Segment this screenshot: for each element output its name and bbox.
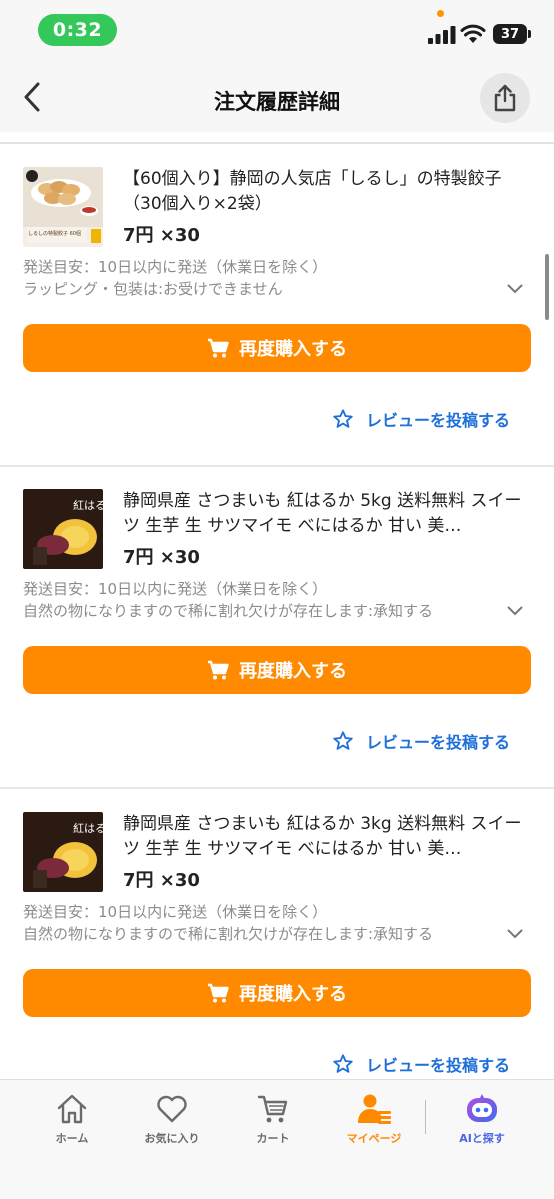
battery-nub [528, 30, 531, 38]
product-price: 7円 ×30 [123, 547, 200, 568]
product-thumbnail-sweet-potato[interactable]: 紅はるか 5kg [23, 489, 103, 569]
battery-icon: 37 [493, 24, 527, 44]
tab-label: AIと探す [459, 1132, 505, 1145]
option-note: 自然の物になりますので稀に割れ欠けが存在します:承知する [23, 925, 434, 943]
shipping-estimate: 発送目安：10日以内に発送（休業日を除く） [23, 903, 328, 921]
page-title: 注文履歴詳細 [214, 90, 340, 114]
wifi-icon [460, 24, 486, 43]
chevron-down-icon [507, 929, 523, 939]
write-review-link[interactable]: レビューを投稿する [332, 1052, 510, 1076]
rebuy-label: 再度購入する [239, 984, 347, 1005]
review-label: レビューを投稿する [366, 411, 511, 430]
sweet-potato-image: 紅はるか 5kg [23, 489, 103, 569]
cart-icon [208, 983, 229, 1003]
rebuy-button[interactable]: 再度購入する [23, 969, 531, 1017]
cellular-signal-icon [428, 26, 456, 44]
cart-icon [208, 660, 229, 680]
cart-icon [208, 338, 229, 358]
rebuy-button[interactable]: 再度購入する [23, 646, 531, 694]
tab-label: ホーム [55, 1132, 89, 1145]
tab-favorites[interactable]: お気に入り [127, 1092, 217, 1146]
star-icon [333, 1054, 353, 1073]
star-icon [333, 409, 353, 428]
shipping-estimate: 発送目安：10日以内に発送（休業日を除く） [23, 258, 328, 276]
chevron-down-icon [507, 606, 523, 616]
rebuy-label: 再度購入する [239, 339, 347, 360]
sweet-potato-image: 紅はるか 3kg [23, 812, 103, 892]
gyoza-image: しるしの特製餃子 60個 [23, 167, 103, 247]
thumb-caption: 紅はるか 5kg [73, 499, 103, 512]
expand-details-button[interactable] [505, 601, 525, 621]
rebuy-button[interactable]: 再度購入する [23, 324, 531, 372]
bottom-tab-bar: ホーム お気に入り カート マイページ AIと探す [0, 1079, 554, 1199]
thumb-caption: 紅はるか 3kg [73, 822, 103, 835]
product-price: 7円 ×30 [123, 870, 200, 891]
product-title[interactable]: 静岡県産 さつまいも 紅はるか 5kg 送料無料 スイーツ 生芋 生 サツマイモ… [123, 489, 528, 539]
star-icon [333, 731, 353, 750]
product-thumbnail-sweet-potato[interactable]: 紅はるか 3kg [23, 812, 103, 892]
product-thumbnail-gyoza[interactable]: しるしの特製餃子 60個 [23, 167, 103, 247]
home-icon [57, 1094, 87, 1124]
share-icon [494, 84, 516, 112]
cart-icon [257, 1095, 288, 1123]
status-bar: 0:32 37 [0, 0, 554, 62]
product-price: 7円 ×30 [123, 225, 200, 246]
order-item-card: 紅はるか 5kg 静岡県産 さつまいも 紅はるか 5kg 送料無料 スイーツ 生… [0, 467, 554, 789]
thumb-caption: しるしの特製餃子 60個 [28, 230, 81, 237]
tab-label: カート [256, 1132, 290, 1145]
expand-details-button[interactable] [505, 924, 525, 944]
tab-label: お気に入り [144, 1132, 200, 1145]
expand-details-button[interactable] [505, 279, 525, 299]
card-divider [0, 787, 554, 789]
review-label: レビューを投稿する [366, 733, 511, 752]
shipping-estimate: 発送目安：10日以内に発送（休業日を除く） [23, 580, 328, 598]
nav-header: 注文履歴詳細 [0, 62, 554, 132]
review-label: レビューを投稿する [366, 1056, 511, 1075]
tab-cart[interactable]: カート [228, 1092, 318, 1146]
share-button[interactable] [480, 73, 530, 123]
tab-divider [425, 1100, 426, 1134]
tab-ai-search[interactable]: AIと探す [437, 1092, 527, 1146]
tab-label: マイページ [346, 1132, 402, 1145]
order-item-card: しるしの特製餃子 60個 【60個入り】静岡の人気店「しるし」の特製餃子（30個… [0, 145, 554, 467]
privacy-indicator-dot [437, 10, 444, 17]
mypage-icon [358, 1094, 391, 1124]
product-title[interactable]: 静岡県産 さつまいも 紅はるか 3kg 送料無料 スイーツ 生芋 生 サツマイモ… [123, 812, 528, 862]
content-top-divider [0, 142, 554, 144]
status-time: 0:32 [38, 14, 117, 46]
heart-icon [157, 1095, 187, 1123]
ai-bot-icon [467, 1094, 497, 1122]
rebuy-label: 再度購入する [239, 661, 347, 682]
option-note: ラッピング・包装は:お受けできません [23, 280, 283, 298]
tab-mypage[interactable]: マイページ [329, 1092, 419, 1146]
write-review-link[interactable]: レビューを投稿する [332, 729, 510, 753]
tab-home[interactable]: ホーム [27, 1092, 117, 1146]
product-title[interactable]: 【60個入り】静岡の人気店「しるし」の特製餃子（30個入り×2袋） [123, 167, 528, 217]
write-review-link[interactable]: レビューを投稿する [332, 407, 510, 431]
chevron-down-icon [507, 284, 523, 294]
option-note: 自然の物になりますので稀に割れ欠けが存在します:承知する [23, 602, 434, 620]
order-item-card: 紅はるか 3kg 静岡県産 さつまいも 紅はるか 3kg 送料無料 スイーツ 生… [0, 790, 554, 1112]
